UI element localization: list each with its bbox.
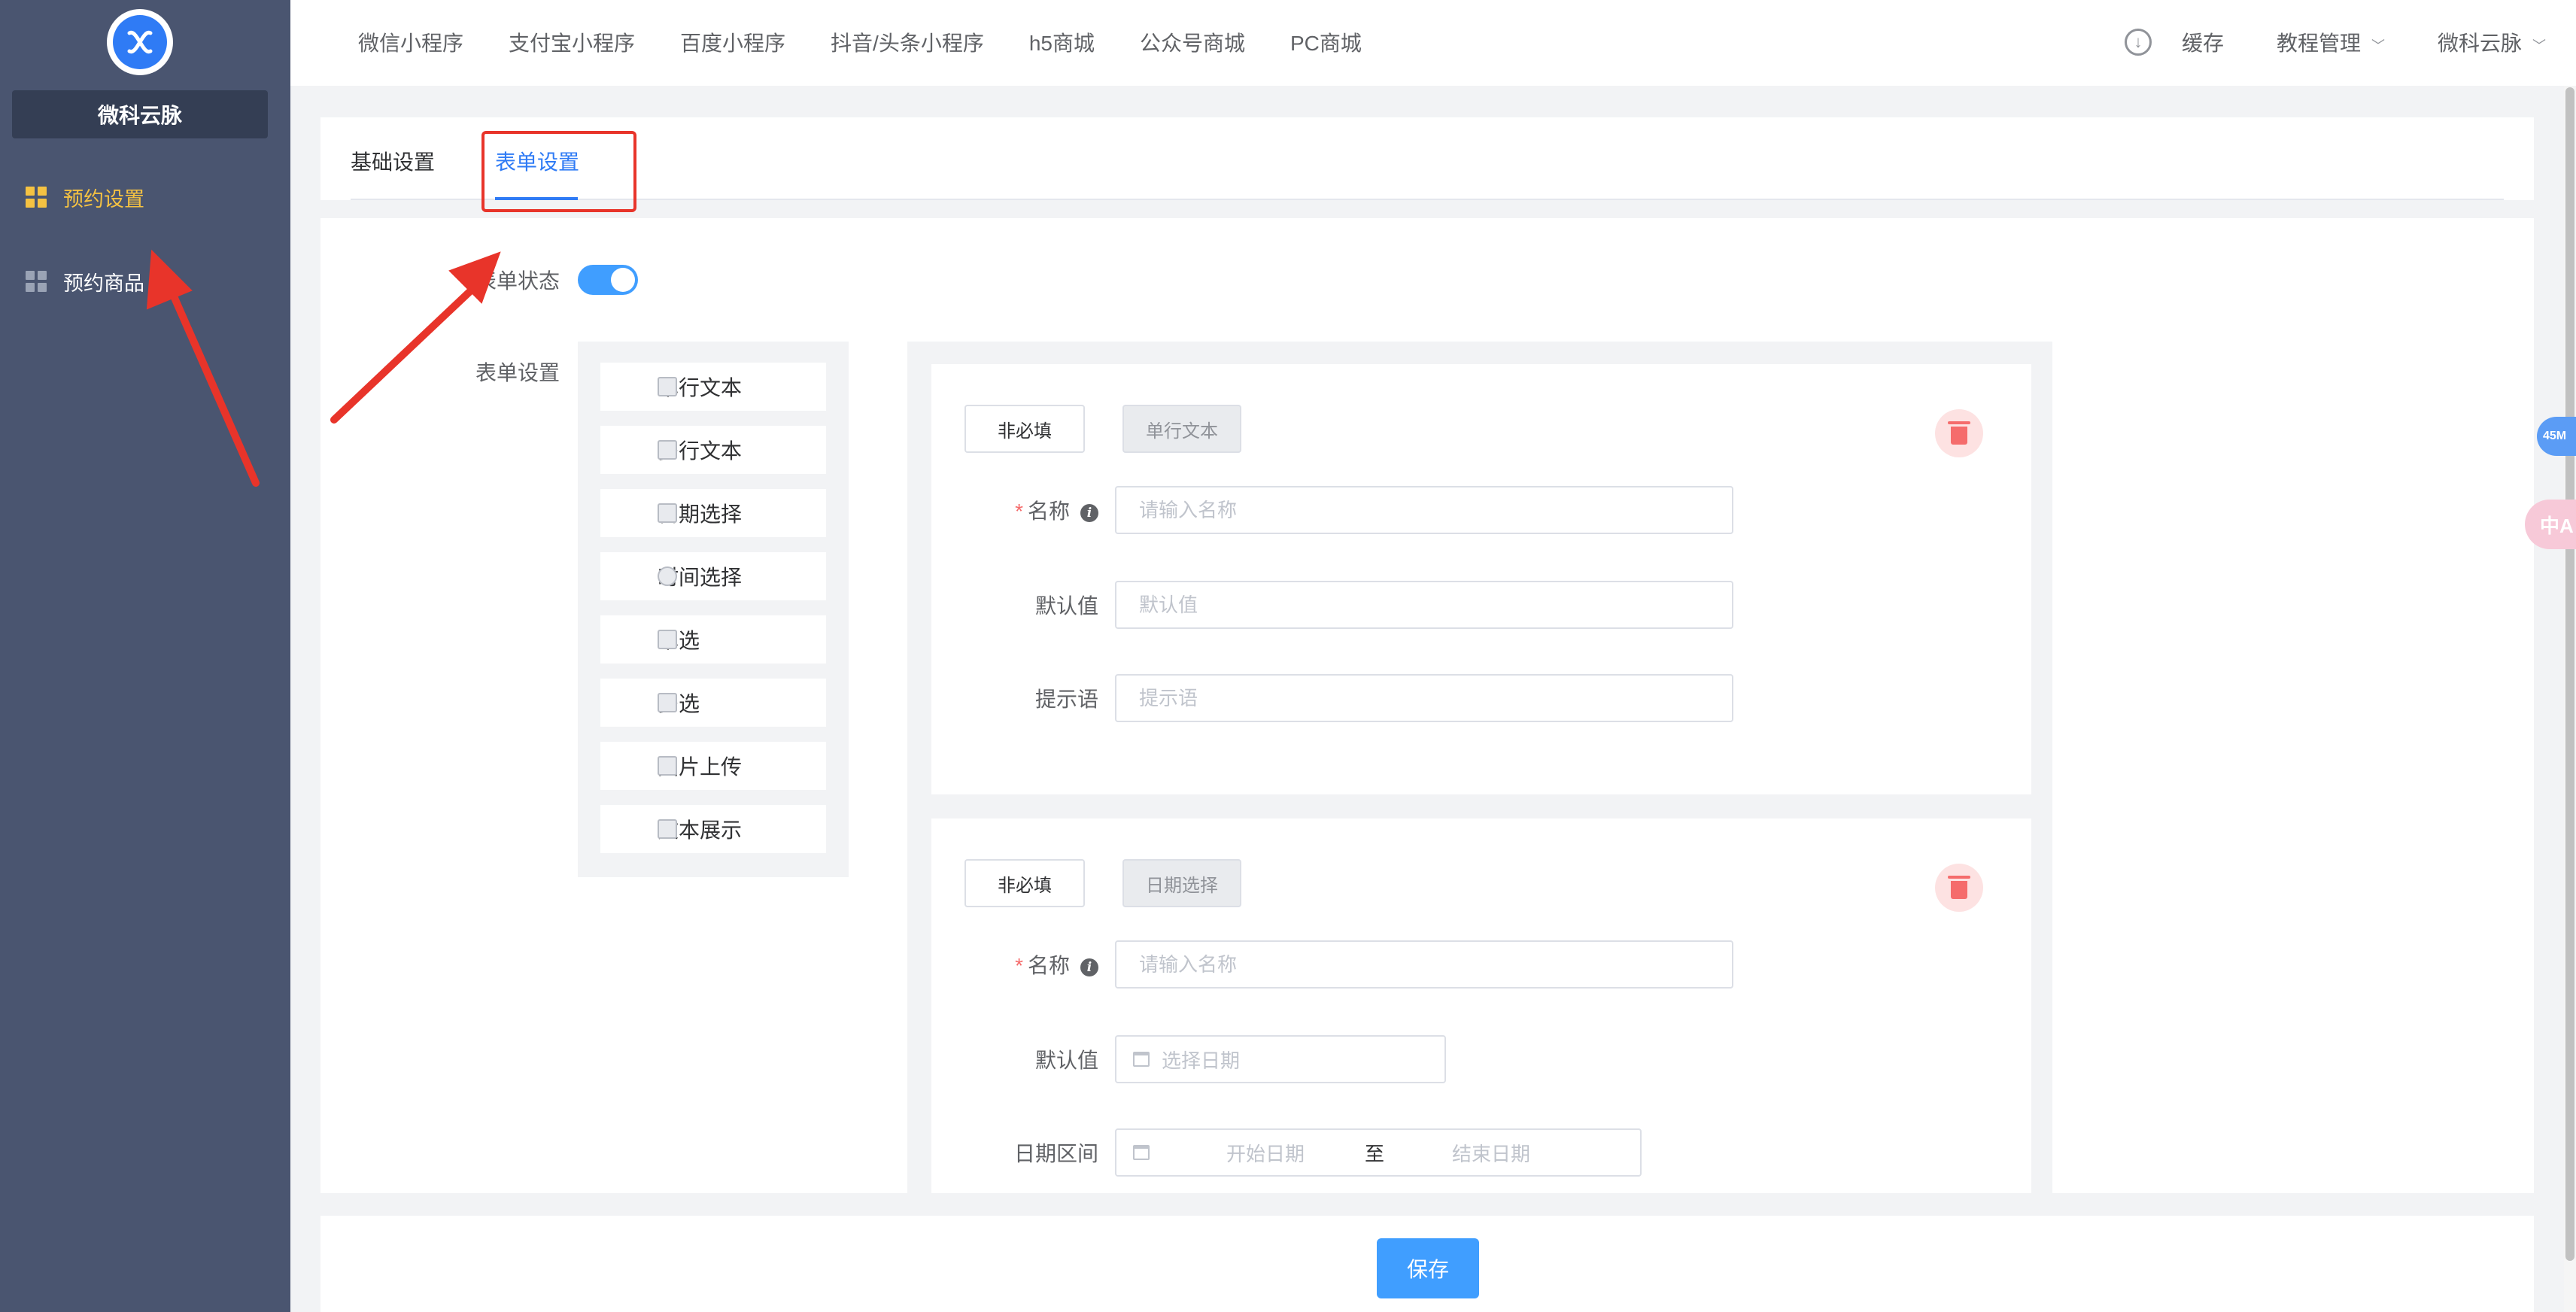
tutorial-label: 教程管理 [2276, 32, 2361, 55]
info-icon[interactable]: i [1080, 504, 1098, 522]
user-menu[interactable]: 微科云脉 ﹀ [2438, 27, 2546, 57]
trash-icon [1948, 421, 1970, 445]
range-start-placeholder: 开始日期 [1226, 1142, 1305, 1165]
top-bar: 微信小程序 支付宝小程序 百度小程序 抖音/头条小程序 h5商城 公众号商城 P… [290, 0, 2576, 86]
chevron-down-icon: ﹀ [2371, 38, 2385, 53]
date-range-picker[interactable]: 开始日期 至 结束日期 [1115, 1128, 1642, 1177]
hint-input[interactable] [1115, 674, 1733, 722]
logo-icon [113, 15, 167, 69]
textarea-icon [658, 440, 677, 460]
grid-icon [26, 187, 47, 208]
download-icon[interactable]: ↓ [2124, 29, 2152, 56]
palette-text-display[interactable]: 文本展示 [600, 805, 826, 853]
info-icon[interactable]: i [1080, 958, 1098, 976]
top-right-menu: ↓ 缓存 教程管理 ﹀ 微科云脉 ﹀ [2124, 27, 2546, 57]
default-value-label: 默认值 [1034, 594, 1098, 618]
nav-pc-store[interactable]: PC商城 [1290, 27, 1362, 57]
name-label-text: 名称 [1027, 954, 1070, 977]
user-name: 微科云脉 [2437, 32, 2522, 55]
calendar-icon [1133, 1145, 1150, 1160]
translate-icon[interactable]: 中A [2525, 500, 2576, 549]
default-date-picker[interactable]: 选择日期 [1115, 1035, 1446, 1083]
field-type-palette: 单行文本 多行文本 日期选择 时间选择 单选 多选 图片上传 文本展示 [578, 342, 849, 877]
brand-name: 微科云脉 [12, 90, 268, 138]
palette-radio[interactable]: 单选 [600, 615, 826, 664]
date-range-label: 日期区间 [1013, 1142, 1098, 1165]
sidebar: 微科云脉 预约设置 预约商品 [0, 0, 290, 1312]
tutorial-menu[interactable]: 教程管理 ﹀ [2277, 27, 2385, 57]
top-nav: 微信小程序 支付宝小程序 百度小程序 抖音/头条小程序 h5商城 公众号商城 P… [358, 27, 1362, 57]
date-placeholder: 选择日期 [1162, 1049, 1241, 1072]
delete-field-button[interactable] [1935, 409, 1983, 457]
calendar-icon [1133, 1052, 1150, 1067]
required-toggle-button[interactable]: 非必填 [964, 859, 1085, 907]
palette-date-picker[interactable]: 日期选择 [600, 489, 826, 537]
field-name-label: * 名称 i [948, 495, 1098, 525]
field-type-tag: 单行文本 [1122, 405, 1241, 453]
nav-h5-store[interactable]: h5商城 [1029, 27, 1095, 57]
nav-douyin-miniapp[interactable]: 抖音/头条小程序 [831, 27, 984, 57]
name-label-text: 名称 [1027, 500, 1070, 523]
palette-multi-line-text[interactable]: 多行文本 [600, 426, 826, 474]
field-card-single-line [931, 364, 2031, 794]
text-field-icon [658, 377, 677, 396]
nav-wechat-miniapp[interactable]: 微信小程序 [358, 27, 463, 57]
tab-basic-settings[interactable]: 基础设置 [351, 146, 435, 176]
image-icon [658, 756, 677, 776]
tabs-divider [351, 199, 2504, 200]
text-display-icon [658, 819, 677, 839]
sidebar-item-booking-products[interactable]: 预约商品 [26, 259, 144, 304]
calendar-icon [658, 503, 677, 523]
field-type-tag: 日期选择 [1122, 859, 1241, 907]
tabs-bar: 基础设置 表单设置 [320, 117, 2534, 200]
range-separator: 至 [1365, 1142, 1385, 1165]
required-toggle-button[interactable]: 非必填 [964, 405, 1085, 453]
field-name-input[interactable] [1115, 486, 1733, 534]
chevron-down-icon: ﹀ [2532, 38, 2546, 53]
hint-label: 提示语 [1034, 688, 1098, 711]
default-value-label: 默认值 [1034, 1049, 1098, 1072]
palette-single-line-text[interactable]: 单行文本 [600, 363, 826, 411]
palette-image-upload[interactable]: 图片上传 [600, 742, 826, 790]
page-scrollbar-thumb[interactable] [2565, 87, 2574, 1261]
checkbox-icon [658, 693, 677, 712]
cache-link[interactable]: 缓存 [2182, 27, 2224, 57]
app-logo[interactable] [107, 9, 173, 75]
palette-time-picker[interactable]: 时间选择 [600, 552, 826, 600]
default-value-input[interactable] [1115, 581, 1733, 629]
trash-icon [1948, 876, 1970, 899]
field-name-label: * 名称 i [948, 949, 1098, 979]
form-status-label: 表单状态 [475, 269, 560, 293]
range-end-placeholder: 结束日期 [1452, 1142, 1531, 1165]
palette-checkbox[interactable]: 多选 [600, 679, 826, 727]
form-status-switch[interactable] [578, 265, 638, 295]
sidebar-item-label: 预约商品 [63, 272, 144, 295]
radio-icon [658, 630, 677, 649]
memory-badge[interactable]: 45M [2537, 417, 2576, 456]
required-asterisk: * [1015, 954, 1023, 977]
nav-alipay-miniapp[interactable]: 支付宝小程序 [509, 27, 635, 57]
sidebar-item-booking-settings[interactable]: 预约设置 [26, 175, 144, 220]
annotation-highlight-box [481, 131, 636, 212]
nav-baidu-miniapp[interactable]: 百度小程序 [680, 27, 785, 57]
nav-official-account-store[interactable]: 公众号商城 [1140, 27, 1245, 57]
delete-field-button[interactable] [1935, 864, 1983, 912]
field-name-input[interactable] [1115, 940, 1733, 989]
clock-icon [658, 566, 677, 586]
grid-icon [26, 271, 47, 292]
sidebar-item-label: 预约设置 [63, 187, 144, 211]
required-asterisk: * [1015, 500, 1023, 523]
save-button[interactable]: 保存 [1377, 1238, 1479, 1298]
form-settings-label: 表单设置 [475, 361, 560, 384]
